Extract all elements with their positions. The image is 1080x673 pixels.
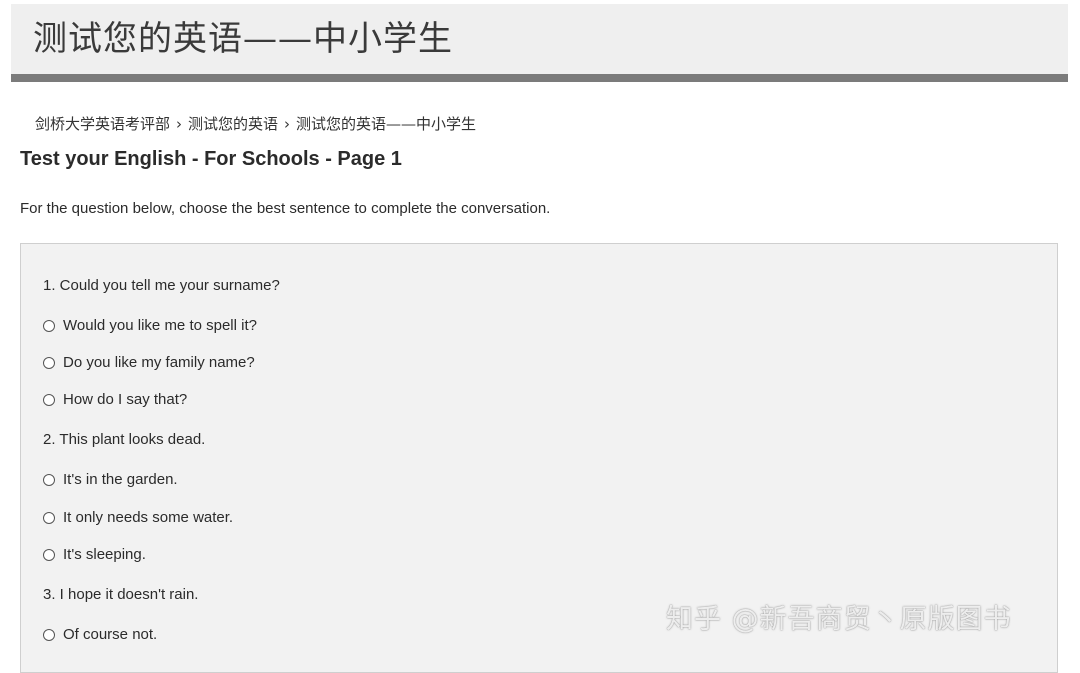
answer-option[interactable]: It only needs some water. [43,507,233,529]
option-label: It's in the garden. [63,471,178,488]
banner-title: 测试您的英语——中小学生 [33,19,453,59]
chevron-right-icon: › [176,115,183,133]
breadcrumb-item-cambridge-assessment[interactable]: 剑桥大学英语考评部 [35,112,170,136]
radio-button[interactable] [43,512,55,524]
page-title: Test your English - For Schools - Page 1 [20,148,402,170]
question-prompt: 3. I hope it doesn't rain. [43,586,199,603]
radio-button[interactable] [43,549,55,561]
radio-button[interactable] [43,320,55,332]
answer-option[interactable]: Would you like me to spell it? [43,315,257,337]
watermark-text: 知乎 @新吾商贸丶原版图书 [666,604,1012,635]
answer-option[interactable]: It's sleeping. [43,544,146,566]
option-label: Would you like me to spell it? [63,317,257,334]
breadcrumb-item-test-your-english[interactable]: 测试您的英语 [188,112,278,136]
option-label: It only needs some water. [63,509,234,526]
question-prompt: 1. Could you tell me your surname? [43,277,280,294]
answer-option[interactable]: Of course not. [43,624,157,646]
instructions-text: For the question below, choose the best … [20,200,551,217]
chevron-right-icon: › [284,115,291,133]
page-banner: 测试您的英语——中小学生 [11,4,1068,82]
option-label: It's sleeping. [63,546,146,563]
radio-button[interactable] [43,629,55,641]
answer-option[interactable]: It's in the garden. [43,469,178,491]
radio-button[interactable] [43,357,55,369]
breadcrumb: 剑桥大学英语考评部 › 测试您的英语 › 测试您的英语——中小学生 [35,112,476,136]
option-label: Do you like my family name? [63,354,255,371]
radio-button[interactable] [43,394,55,406]
option-label: Of course not. [63,626,158,643]
question-prompt: 2. This plant looks dead. [43,431,206,448]
answer-option[interactable]: Do you like my family name? [43,352,255,374]
answer-option[interactable]: How do I say that? [43,389,187,411]
radio-button[interactable] [43,474,55,486]
breadcrumb-item-current: 测试您的英语——中小学生 [296,115,477,133]
option-label: How do I say that? [63,391,188,408]
